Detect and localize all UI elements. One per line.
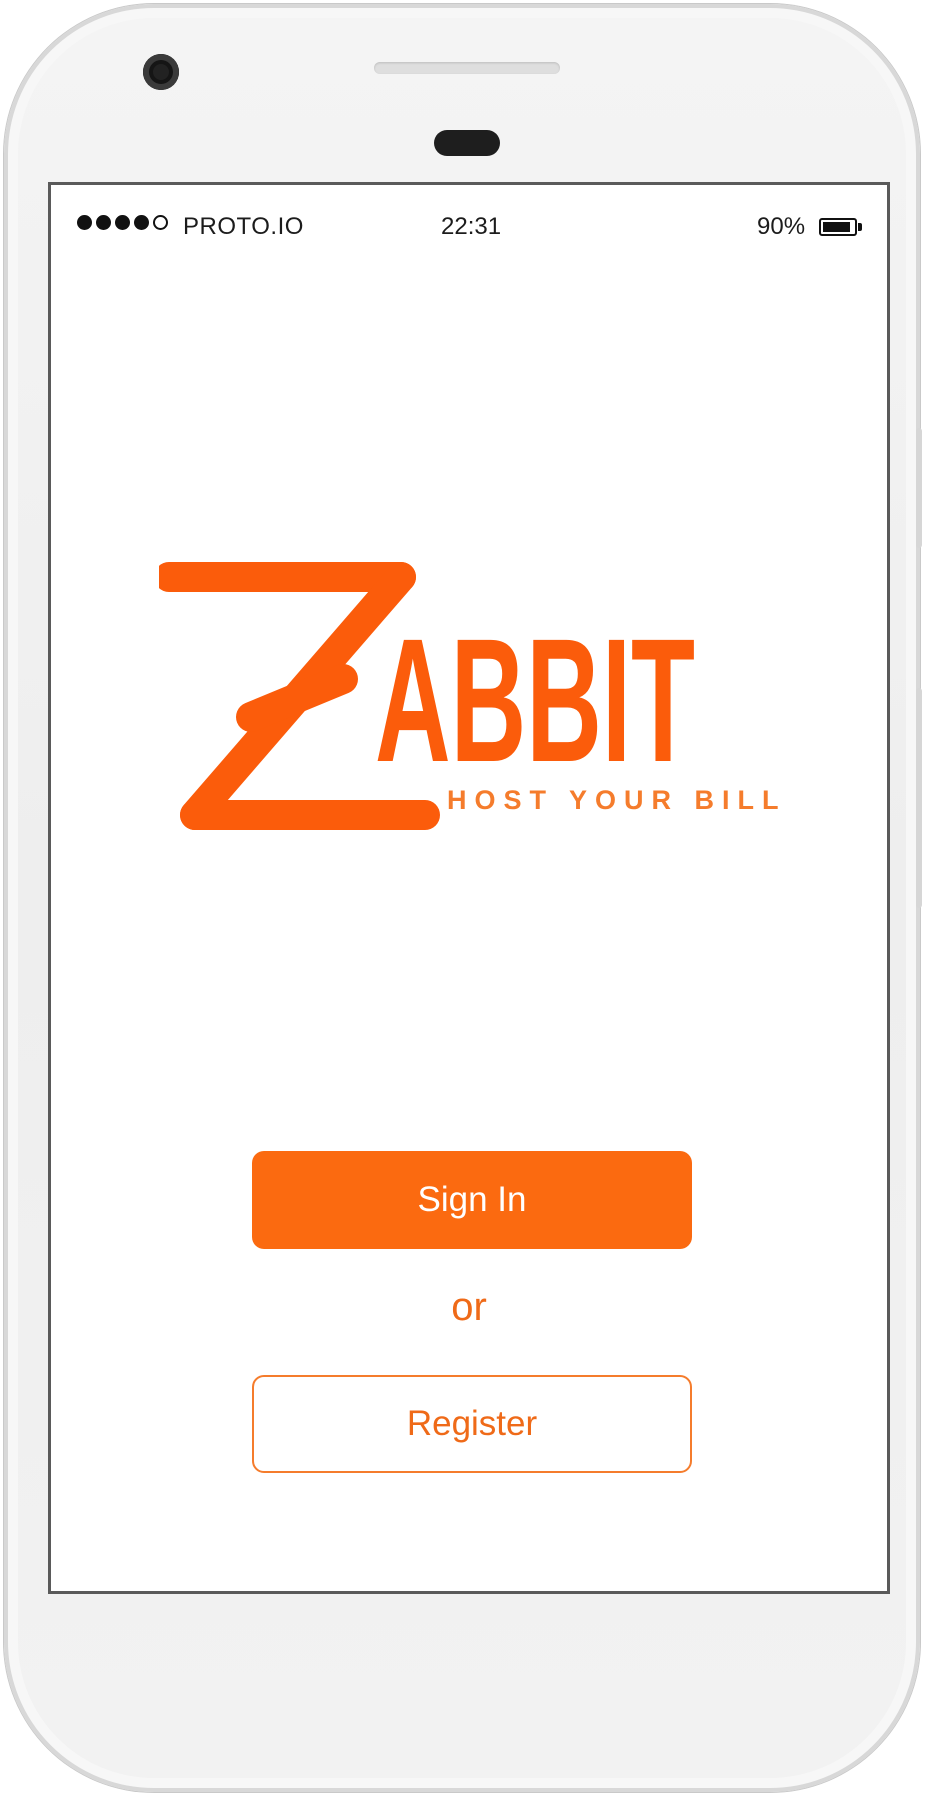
speaker-grille bbox=[374, 62, 560, 74]
side-button-upper bbox=[916, 428, 922, 548]
side-button-lower bbox=[916, 688, 922, 908]
app-screen: PROTO.IO 22:31 90% ABBIT HOST YOUR BILL … bbox=[48, 182, 890, 1594]
zabbit-logo: ABBIT HOST YOUR BILL bbox=[159, 557, 819, 857]
status-bar: PROTO.IO 22:31 90% bbox=[51, 185, 887, 275]
logo-tagline: HOST YOUR BILL bbox=[447, 785, 787, 815]
sign-in-button[interactable]: Sign In bbox=[252, 1151, 692, 1249]
zabbit-logo-graphic: ABBIT HOST YOUR BILL bbox=[159, 562, 787, 830]
phone-frame: PROTO.IO 22:31 90% ABBIT HOST YOUR BILL … bbox=[4, 4, 922, 1792]
earpiece bbox=[434, 130, 500, 156]
signal-strength-icon bbox=[77, 215, 168, 230]
status-time: 22:31 bbox=[441, 213, 502, 240]
battery-icon bbox=[819, 218, 857, 236]
carrier-name: PROTO.IO bbox=[183, 213, 304, 240]
or-separator: or bbox=[451, 1285, 487, 1329]
battery-percentage: 90% bbox=[757, 213, 806, 240]
logo-wordmark: ABBIT bbox=[375, 603, 695, 799]
register-button[interactable]: Register bbox=[252, 1375, 692, 1473]
front-camera bbox=[143, 54, 179, 90]
